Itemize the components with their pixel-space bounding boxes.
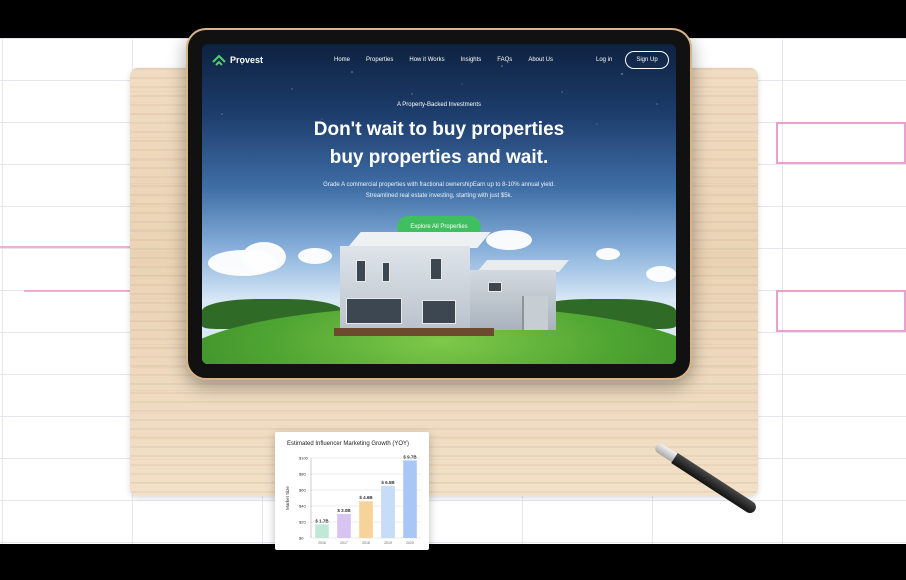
nav-link-how-it-works[interactable]: How it Works	[409, 57, 444, 63]
nav-link-about-us[interactable]: About Us	[528, 57, 553, 63]
pink-grid-line	[0, 246, 130, 248]
chart-x-tick-label: 2019	[384, 541, 392, 545]
house-deck	[334, 328, 494, 336]
nav-menu: Home Properties How it Works Insights FA…	[334, 57, 553, 63]
chart-x-tick-label: 2018	[362, 541, 370, 545]
provest-logo-icon	[212, 54, 226, 66]
chart-y-tick-label: $40	[299, 504, 306, 509]
hero-headline-line-1: Don't wait to buy properties	[313, 119, 565, 140]
pink-grid-cell	[776, 122, 906, 164]
login-link[interactable]: Log in	[596, 57, 612, 63]
nav-link-insights[interactable]: Insights	[461, 57, 482, 63]
tablet: Provest Home Properties How it Works Ins…	[186, 28, 692, 380]
modern-house-image	[326, 232, 570, 338]
bar-chart: $0 $20 $40 $60 $80 $100 Market Size $ 1.7B 2016 $…	[285, 454, 421, 545]
house-window	[356, 260, 366, 282]
hero-headline-line-2: buy properties and wait.	[329, 147, 549, 168]
hero-headline: Don't wait to buy properties buy propert…	[202, 116, 676, 172]
tablet-screen: Provest Home Properties How it Works Ins…	[202, 44, 676, 364]
chart-x-tick-label: 2016	[318, 541, 326, 545]
chart-bar	[337, 514, 351, 538]
chart-data-label: $ 6.5B	[381, 480, 395, 485]
house-window	[430, 258, 442, 280]
house-window	[346, 298, 402, 324]
nav-link-faqs[interactable]: FAQs	[497, 57, 512, 63]
site-logo[interactable]: Provest	[212, 54, 263, 66]
chart-x-tick-label: 2020	[406, 541, 414, 545]
chart-y-axis-label: Market Size	[285, 486, 290, 510]
chart-data-label: $ 3.0B	[337, 508, 351, 513]
chart-y-tick-label: $80	[299, 472, 306, 477]
chart-data-label: $ 4.6B	[359, 495, 373, 500]
chart-bar	[315, 524, 329, 538]
signup-button[interactable]: Sign Up	[625, 51, 669, 69]
chart-card: Estimated Influencer Marketing Growth (Y…	[275, 432, 429, 550]
chart-x-tick-label: 2017	[340, 541, 348, 545]
hero-subtext: Grade A commercial properties with fract…	[323, 182, 555, 199]
site-navbar: Provest Home Properties How it Works Ins…	[202, 44, 676, 78]
cloud	[242, 242, 286, 272]
chart-y-tick-label: $20	[299, 520, 306, 525]
house-window	[382, 262, 390, 282]
chart-y-tick-label: $60	[299, 488, 306, 493]
garage-door	[522, 296, 548, 330]
chart-data-label: $ 1.7B	[315, 518, 329, 523]
pink-grid-line	[24, 290, 130, 292]
chart-bar	[359, 501, 373, 538]
nav-link-home[interactable]: Home	[334, 57, 350, 63]
cloud	[596, 248, 620, 260]
chart-bar	[403, 460, 417, 538]
chart-bar	[381, 486, 395, 538]
logo-text: Provest	[230, 55, 264, 65]
nav-link-properties[interactable]: Properties	[366, 57, 393, 63]
chart-y-tick-label: $0	[299, 536, 304, 541]
chart-data-label: $ 9.7B	[403, 454, 417, 459]
hero-eyebrow: A Property-Backed Investments	[396, 102, 482, 108]
desk-scene: Provest Home Properties How it Works Ins…	[0, 0, 906, 580]
house-window	[488, 282, 502, 292]
house-window	[422, 300, 456, 324]
cloud	[646, 266, 676, 282]
chart-y-tick-label: $100	[299, 456, 309, 461]
pink-grid-cell	[776, 290, 906, 332]
